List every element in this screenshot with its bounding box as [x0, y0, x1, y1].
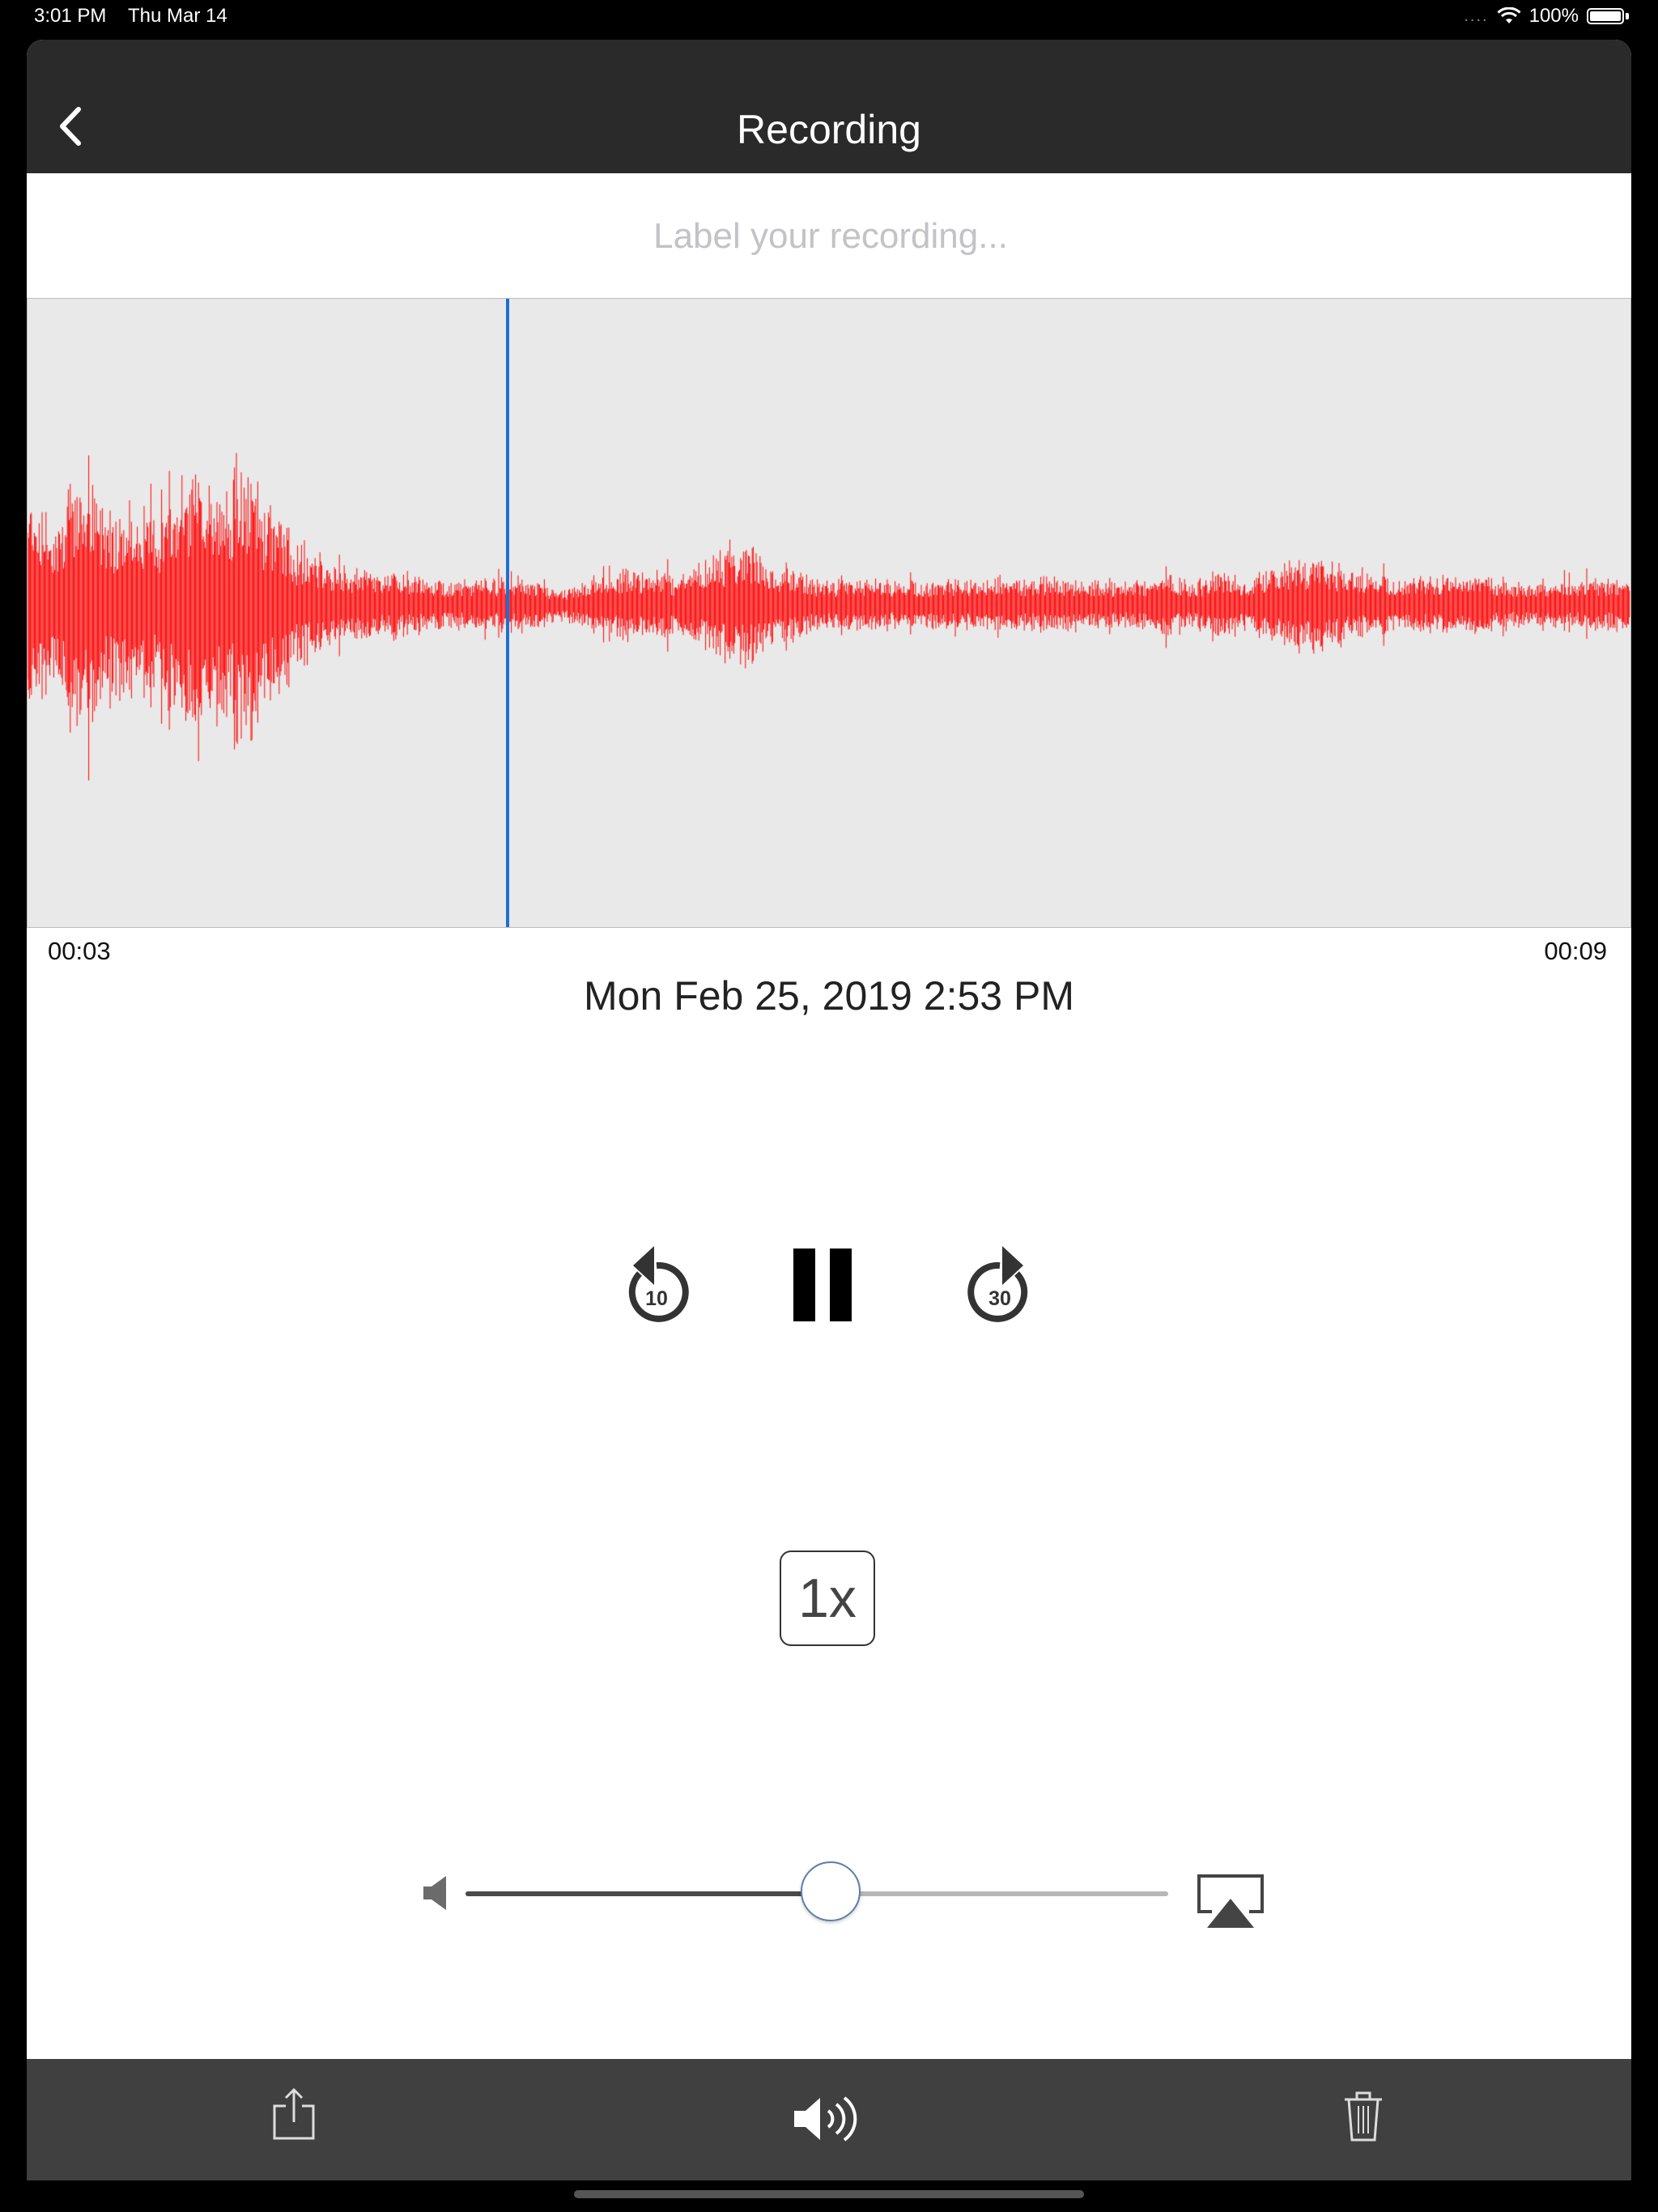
playback-speed-button[interactable]: 1x [780, 1551, 875, 1646]
volume-fill [466, 1891, 831, 1896]
playhead[interactable] [506, 299, 509, 927]
trash-icon [1345, 2091, 1382, 2142]
forward-seconds: 30 [988, 1287, 1011, 1310]
status-bar: 3:01 PM Thu Mar 14 .... 100% [0, 0, 1658, 36]
pause-button[interactable] [786, 1244, 859, 1325]
forward-icon [967, 1246, 1028, 1322]
battery-nub [1626, 13, 1629, 19]
battery-icon [1587, 8, 1624, 24]
speaker-icon [794, 2096, 857, 2142]
forward-30-button[interactable]: 30 [959, 1240, 1041, 1329]
rewind-10-button[interactable]: 10 [615, 1240, 698, 1329]
volume-thumb[interactable] [801, 1861, 861, 1921]
airplay-button[interactable] [1196, 1873, 1265, 1931]
recording-label-input[interactable] [27, 173, 1631, 300]
end-time-label: 00:09 [1544, 937, 1607, 965]
share-button[interactable] [270, 2087, 318, 2143]
nav-bar: Recording [27, 40, 1631, 173]
waveform-canvas[interactable] [28, 299, 1630, 927]
status-date: Thu Mar 14 [128, 5, 227, 27]
status-time: 3:01 PM [34, 5, 107, 27]
share-icon [273, 2087, 315, 2140]
speaker-button[interactable] [791, 2093, 864, 2145]
pause-icon [793, 1249, 852, 1321]
waveform-view[interactable] [27, 298, 1631, 928]
delete-button[interactable] [1341, 2090, 1385, 2143]
start-time-label: 00:03 [48, 937, 111, 965]
rewind-seconds: 10 [645, 1287, 668, 1310]
bottom-toolbar [27, 2059, 1631, 2180]
signal-icon: .... [1464, 6, 1489, 25]
status-right: .... 100% [1464, 5, 1629, 28]
rewind-icon [628, 1246, 689, 1322]
volume-low-icon [423, 1876, 446, 1910]
volume-slider[interactable] [466, 1861, 1168, 1921]
page-title: Recording [737, 107, 921, 152]
airplay-icon [1197, 1874, 1264, 1928]
battery-percent: 100% [1528, 5, 1579, 27]
wifi-icon [1497, 7, 1521, 23]
home-indicator[interactable] [574, 2190, 1084, 2198]
recording-date: Mon Feb 25, 2019 2:53 PM [584, 973, 1074, 1019]
app-window: Recording 00:03 00:09 Mon Feb 25, 2019 2… [27, 40, 1631, 2180]
